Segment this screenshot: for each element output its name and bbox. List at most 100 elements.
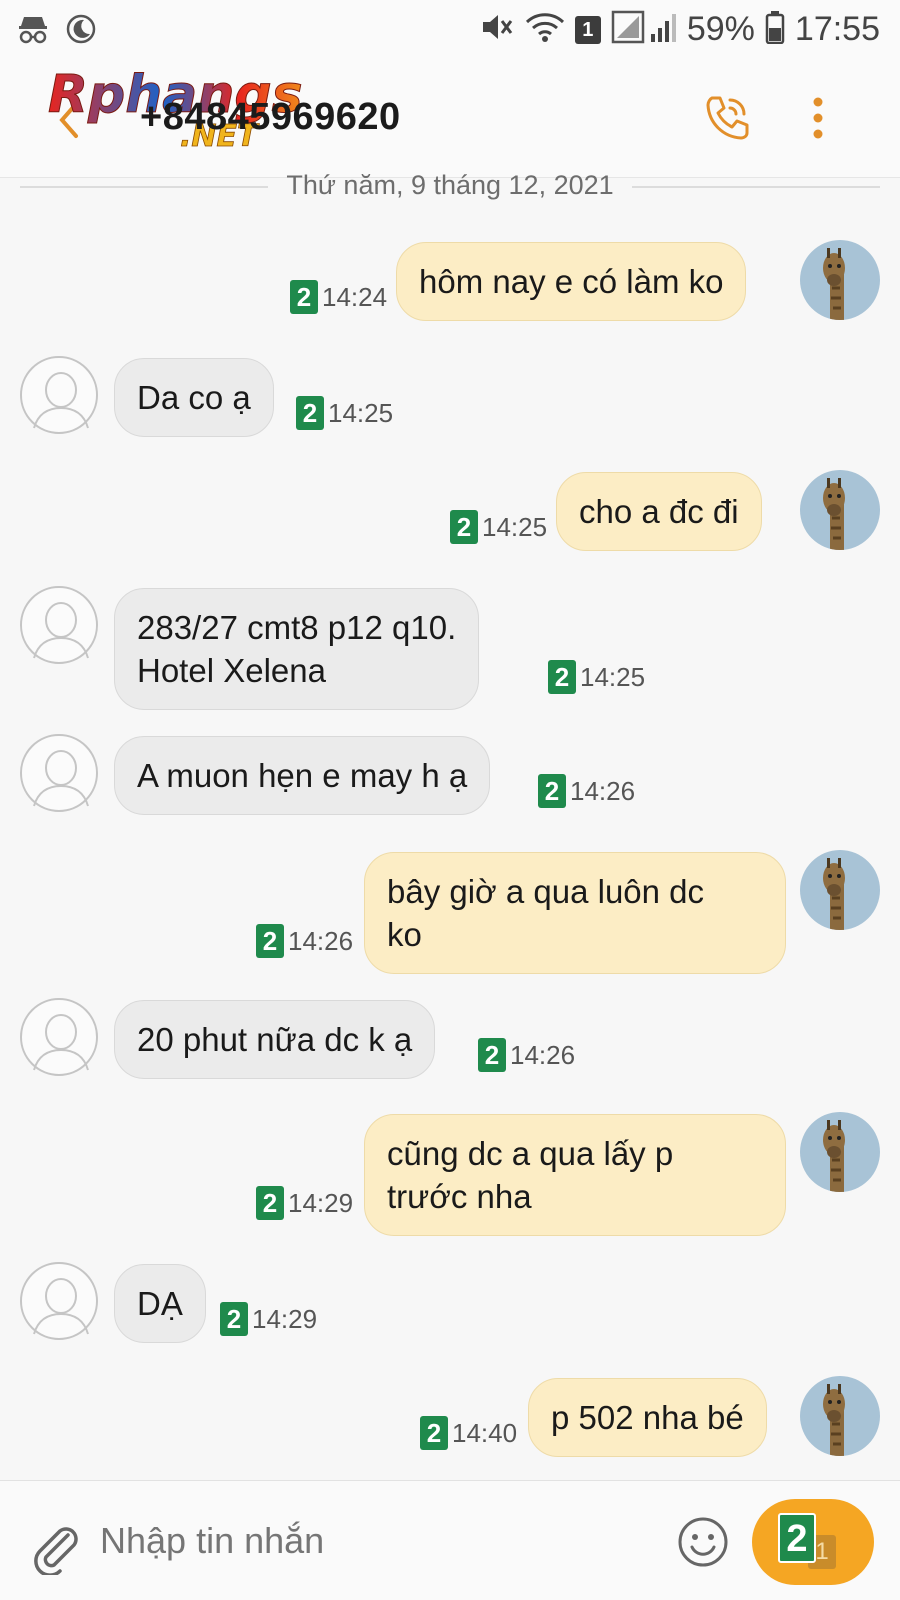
message-time: 14:29: [252, 1303, 318, 1334]
incoming-message-bubble[interactable]: A muon hẹn e may h ạ: [114, 736, 491, 815]
message-time: 14:26: [288, 925, 354, 956]
message-row: 2 14:24 hôm nay e có làm ko: [0, 240, 900, 322]
contact-avatar[interactable]: [20, 1262, 98, 1340]
incoming-message-bubble[interactable]: 283/27 cmt8 p12 q10. Hotel Xelena: [114, 588, 480, 710]
sim-slot-badge: 1: [574, 15, 601, 44]
message-meta: 2 14:24: [290, 280, 387, 314]
message-row: DẠ 2 14:29: [0, 1262, 900, 1344]
message-text: Da co ạ: [137, 379, 251, 416]
message-time: 14:26: [510, 1039, 576, 1070]
message-row: 2 14:29 cũng dc a qua lấy p trước nha: [0, 1112, 900, 1236]
conversation-header: Rphangs .NET +84845969620: [0, 62, 900, 178]
message-time: 14:29: [288, 1187, 354, 1218]
sim-badge: 2: [220, 1302, 248, 1336]
message-time: 14:26: [570, 775, 636, 806]
message-meta: 2 14:26: [256, 924, 353, 958]
message-time: 14:40: [452, 1417, 518, 1448]
mute-icon: [479, 10, 515, 49]
paperclip-icon: [34, 1527, 78, 1577]
sim-badge: 2: [450, 510, 478, 544]
outgoing-message-bubble[interactable]: hôm nay e có làm ko: [396, 242, 747, 321]
contact-avatar[interactable]: [20, 586, 98, 664]
message-text: hôm nay e có làm ko: [419, 263, 724, 300]
outgoing-message-bubble[interactable]: cũng dc a qua lấy p trước nha: [364, 1114, 786, 1236]
incoming-message-bubble[interactable]: 20 phut nữa dc k ạ: [114, 1000, 436, 1079]
call-button[interactable]: [700, 92, 752, 144]
person-icon: [22, 358, 100, 436]
my-avatar[interactable]: [800, 850, 880, 930]
message-text: cho a đc đi: [579, 493, 739, 530]
incoming-message-bubble[interactable]: Da co ạ: [114, 358, 274, 437]
message-text-line2: trước nha: [387, 1178, 532, 1215]
my-avatar[interactable]: [800, 1376, 880, 1456]
my-avatar[interactable]: [800, 240, 880, 320]
sim-badge: 2: [478, 1038, 506, 1072]
message-text: A muon hẹn e may h ạ: [137, 757, 468, 794]
sim-badge: 2: [296, 396, 324, 430]
incognito-icon: [16, 12, 50, 51]
more-options-button[interactable]: [808, 92, 828, 144]
person-icon: [22, 736, 100, 814]
message-row: 283/27 cmt8 p12 q10. Hotel Xelena 2 14:2…: [0, 586, 900, 710]
person-icon: [22, 1000, 100, 1078]
sim-badge: 2: [290, 280, 318, 314]
giraffe-avatar-icon: [800, 1376, 880, 1456]
signal-icon: [611, 10, 677, 49]
clock: 17:55: [794, 10, 880, 48]
sim-badge: 2: [538, 774, 566, 808]
send-sim-badge: 2: [778, 1513, 816, 1563]
outgoing-message-bubble[interactable]: cho a đc đi: [556, 472, 762, 551]
giraffe-avatar-icon: [800, 240, 880, 320]
sim-badge: 2: [256, 924, 284, 958]
message-text-line2: Hotel Xelena: [137, 652, 326, 689]
message-meta: 2 14:26: [538, 774, 635, 808]
outgoing-message-bubble[interactable]: p 502 nha bé: [528, 1378, 767, 1457]
status-bar: 1 59% 17:55: [0, 0, 900, 62]
my-avatar[interactable]: [800, 470, 880, 550]
date-divider-text: Thứ năm, 9 tháng 12, 2021: [286, 170, 614, 200]
incoming-message-bubble[interactable]: DẠ: [114, 1264, 206, 1343]
person-icon: [22, 588, 100, 666]
attach-button[interactable]: [28, 1519, 84, 1577]
message-meta: 2 14:25: [548, 660, 645, 694]
giraffe-avatar-icon: [800, 1112, 880, 1192]
message-text: 20 phut nữa dc k ạ: [137, 1021, 413, 1058]
battery-percent: 59%: [686, 10, 755, 48]
message-text-line2: ko: [387, 916, 422, 953]
contact-number: +84845969620: [140, 96, 401, 138]
message-composer: 1 2: [0, 1480, 900, 1600]
message-text: p 502 nha bé: [551, 1399, 744, 1436]
wifi-icon: [525, 10, 565, 49]
contact-avatar[interactable]: [20, 356, 98, 434]
message-text: cũng dc a qua lấy p: [387, 1135, 674, 1172]
night-mode-icon: [64, 12, 98, 51]
contact-avatar[interactable]: [20, 734, 98, 812]
message-text: DẠ: [137, 1285, 183, 1322]
outgoing-message-bubble[interactable]: bây giờ a qua luôn dc ko: [364, 852, 786, 974]
message-input[interactable]: [100, 1505, 660, 1577]
contact-avatar[interactable]: [20, 998, 98, 1076]
message-meta: 2 14:26: [478, 1038, 575, 1072]
smiley-icon: [678, 1517, 728, 1567]
phone-icon: [706, 96, 749, 140]
message-row: 20 phut nữa dc k ạ 2 14:26: [0, 998, 900, 1080]
emoji-button[interactable]: [676, 1515, 730, 1569]
sim-badge: 2: [420, 1416, 448, 1450]
message-time: 14:24: [322, 281, 388, 312]
more-vertical-icon: [813, 97, 823, 139]
giraffe-avatar-icon: [800, 850, 880, 930]
message-meta: 2 14:25: [296, 396, 393, 430]
my-avatar[interactable]: [800, 1112, 880, 1192]
message-row: Da co ạ 2 14:25: [0, 356, 900, 438]
message-row: 2 14:25 cho a đc đi: [0, 470, 900, 552]
person-icon: [22, 1264, 100, 1342]
date-divider: Thứ năm, 9 tháng 12, 2021: [20, 170, 880, 202]
sim-badge: 2: [256, 1186, 284, 1220]
battery-icon: [765, 10, 785, 49]
message-text: bây giờ a qua luôn dc: [387, 873, 705, 910]
message-row: A muon hẹn e may h ạ 2 14:26: [0, 734, 900, 816]
message-row: 2 14:40 p 502 nha bé: [0, 1376, 900, 1458]
send-button[interactable]: 1 2: [752, 1499, 874, 1585]
message-time: 14:25: [328, 397, 394, 428]
message-meta: 2 14:29: [220, 1302, 317, 1336]
